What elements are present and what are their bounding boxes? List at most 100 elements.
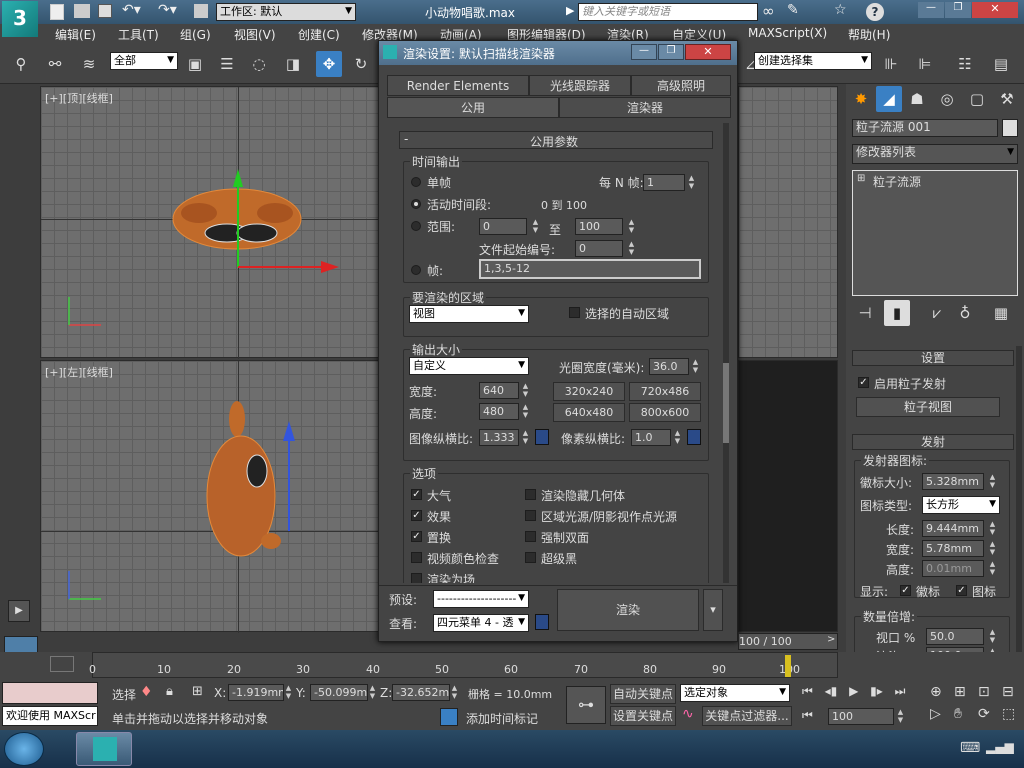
dialog-title-bar[interactable]: 渲染设置: 默认扫描线渲染器 — ❐ ✕ (379, 41, 737, 65)
emission-rollout-header[interactable]: 发射 (852, 434, 1014, 450)
object-name-input[interactable]: 粒子流源 001 (852, 119, 998, 137)
range-end-input[interactable]: 100 (575, 218, 623, 235)
icon-type-dropdown[interactable]: 长方形 (922, 496, 1000, 514)
network-icon[interactable]: ▂▄▆ (986, 740, 1014, 754)
orbit-icon[interactable]: ⟳ (978, 706, 990, 722)
tab-advanced-lighting[interactable]: 高级照明 (631, 75, 731, 96)
effects-checkbox[interactable]: ✓ (411, 510, 422, 521)
curve-editor-icon[interactable] (50, 656, 74, 672)
display-logo-checkbox[interactable]: ✓ (900, 585, 911, 596)
auto-region-checkbox[interactable] (569, 307, 580, 318)
layer-manager-icon[interactable]: ☷ (952, 51, 978, 77)
maximize-window-button[interactable]: ❐ (945, 2, 971, 18)
view-lock-icon[interactable] (535, 614, 549, 630)
logo-size-input[interactable]: 5.328mm (922, 473, 984, 490)
width-input[interactable]: 640 (479, 382, 519, 399)
select-object-icon[interactable]: ▣ (182, 51, 208, 77)
set-key-mode-icon[interactable]: ⊶ (566, 686, 606, 724)
utilities-tab-icon[interactable]: ⚒ (994, 86, 1020, 112)
image-aspect-input[interactable]: 1.333 (479, 429, 519, 446)
x-spinner[interactable]: ▲ ▼ (284, 684, 293, 701)
mirror-icon[interactable]: ⊪ (878, 51, 904, 77)
preset-800x600-button[interactable]: 800x600 (629, 403, 701, 422)
frames-input[interactable]: 1,3,5-12 (479, 259, 701, 279)
tab-common[interactable]: 公用 (387, 97, 559, 118)
menu-group[interactable]: 组(G) (180, 26, 211, 43)
file-start-spinner[interactable]: ▲ ▼ (627, 240, 636, 257)
motion-tab-icon[interactable]: ◎ (934, 86, 960, 112)
remove-modifier-icon[interactable]: ♁ (952, 300, 978, 326)
lock-pixel-aspect-icon[interactable] (687, 429, 701, 445)
area-dropdown[interactable]: 视图 (409, 305, 529, 323)
minimize-window-button[interactable]: — (918, 2, 944, 18)
hierarchy-tab-icon[interactable]: ☗ (904, 86, 930, 112)
pan-icon[interactable]: ✋︎ (954, 706, 962, 722)
project-folder-icon[interactable] (194, 4, 208, 18)
aperture-spinner[interactable]: ▲ ▼ (691, 358, 700, 375)
play-icon[interactable]: ▶ (849, 684, 858, 698)
menu-views[interactable]: 视图(V) (234, 26, 276, 43)
preset-640x480-button[interactable]: 640x480 (553, 403, 625, 422)
link-icon[interactable]: ⚲ (8, 51, 34, 77)
go-to-end-icon[interactable]: ⏭ (895, 684, 906, 698)
lock-selection-icon[interactable]: 🔒︎ (166, 684, 173, 699)
current-frame-marker[interactable] (785, 655, 791, 677)
zoom-all-icon[interactable]: ⊞ (954, 684, 966, 700)
key-mode-dropdown[interactable]: 选定对象 (680, 684, 790, 702)
preset-dropdown[interactable]: -------------------- (433, 590, 529, 608)
start-button-icon[interactable] (4, 732, 44, 766)
width-panel-spinner[interactable]: ▲ ▼ (988, 540, 997, 557)
next-frame-button-icon[interactable]: ▮▸ (870, 684, 883, 698)
modify-tab-icon[interactable]: ◢ (876, 86, 902, 112)
preset-320x240-button[interactable]: 320x240 (553, 382, 625, 401)
configure-sets-icon[interactable]: ▦ (988, 300, 1014, 326)
make-unique-icon[interactable]: ⩗ (924, 300, 950, 326)
move-gizmo-top[interactable] (221, 157, 351, 277)
align-icon[interactable]: ⊫ (912, 51, 938, 77)
track-bar[interactable]: 0 10 20 30 40 50 60 70 80 90 100 (0, 652, 1024, 680)
force-2sided-checkbox[interactable] (525, 531, 536, 542)
set-key-button[interactable]: 设置关键点 (610, 706, 676, 726)
isolate-icon[interactable]: ♦ (140, 684, 153, 700)
select-and-move-icon[interactable]: ✥ (316, 51, 342, 77)
range-start-input[interactable]: 0 (479, 218, 527, 235)
object-color-swatch[interactable] (1002, 119, 1018, 137)
every-n-input[interactable]: 1 (643, 174, 685, 191)
dialog-maximize-button[interactable]: ❐ (658, 44, 684, 60)
pixel-aspect-input[interactable]: 1.0 (631, 429, 671, 446)
modifier-list-dropdown[interactable]: 修改器列表 (852, 144, 1018, 164)
range-radio[interactable] (411, 221, 421, 231)
preset-720x486-button[interactable]: 720x486 (629, 382, 701, 401)
output-preset-dropdown[interactable]: 自定义 (409, 357, 529, 375)
timeline-ruler[interactable]: 0 10 20 30 40 50 60 70 80 90 100 (89, 652, 838, 678)
previous-frame-icon[interactable]: ◂▮ (825, 684, 838, 698)
render-options-button[interactable]: ▾ (703, 589, 723, 631)
undo-icon[interactable]: ↶▾ (122, 2, 141, 18)
create-tab-icon[interactable]: ✸ (848, 86, 874, 112)
height-spinner[interactable]: ▲ ▼ (521, 403, 530, 420)
length-input[interactable]: 9.444mm (922, 520, 984, 537)
range-end-spinner[interactable]: ▲ ▼ (627, 218, 636, 235)
viewport-perspective[interactable] (738, 360, 838, 632)
unlink-icon[interactable]: ⚯ (42, 51, 68, 77)
y-spinner[interactable]: ▲ ▼ (368, 684, 377, 701)
redo-icon[interactable]: ↷▾ (158, 2, 177, 18)
displacement-checkbox[interactable]: ✓ (411, 531, 422, 542)
app-logo-icon[interactable]: 3 (2, 1, 38, 37)
taskbar-3dsmax-icon[interactable] (76, 732, 132, 766)
stack-item[interactable]: 粒子流源 (873, 173, 921, 190)
height-panel-spinner[interactable]: ▲ ▼ (988, 560, 997, 577)
menu-help[interactable]: 帮助(H) (848, 26, 890, 43)
go-to-start-icon[interactable]: ⏮ (802, 684, 813, 698)
viewport-layout-icon[interactable]: ▶ (8, 600, 30, 622)
stack-expand-icon[interactable]: ⊞ (857, 173, 865, 184)
selection-filter-dropdown[interactable]: 全部 (110, 52, 178, 70)
menu-create[interactable]: 创建(C) (298, 26, 340, 43)
menu-tools[interactable]: 工具(T) (118, 26, 159, 43)
height-input[interactable]: 480 (479, 403, 519, 420)
pin-stack-icon[interactable]: ⊣ (852, 300, 878, 326)
new-file-icon[interactable] (50, 4, 64, 20)
render-fields-checkbox[interactable] (411, 573, 422, 583)
active-segment-radio[interactable] (411, 199, 421, 209)
binoculars-icon[interactable]: ∞ (762, 2, 775, 20)
